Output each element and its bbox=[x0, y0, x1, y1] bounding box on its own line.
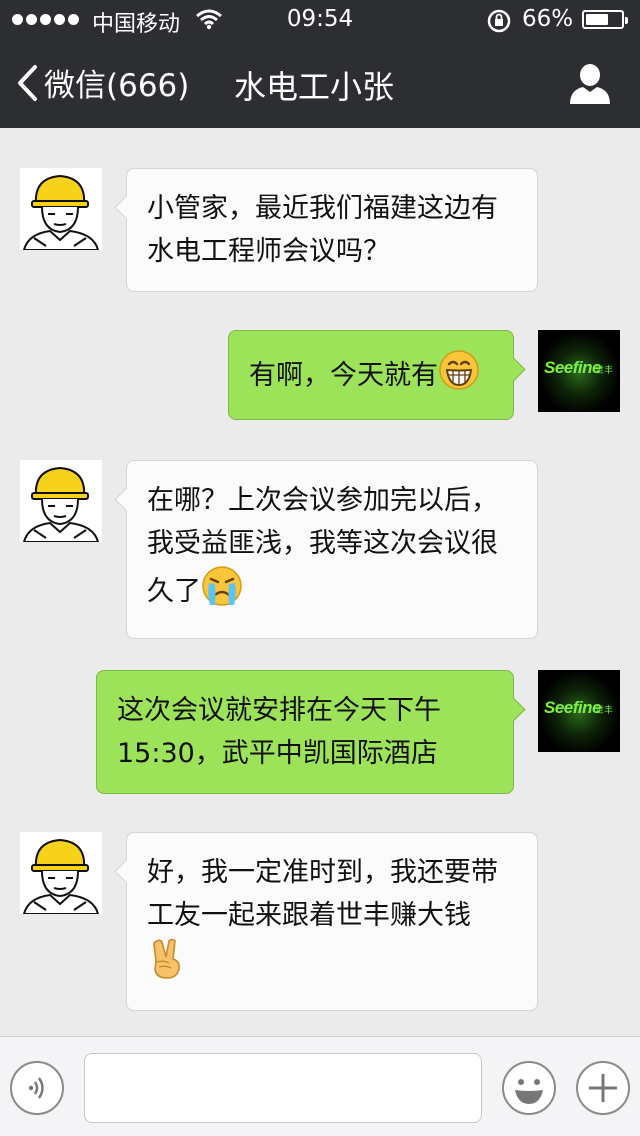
rotation-lock-icon bbox=[486, 8, 512, 40]
input-bar bbox=[0, 1036, 640, 1136]
chat-title: 水电工小张 bbox=[234, 68, 395, 106]
message-bubble-incoming[interactable]: 好，我一定准时到，我还要带工友一起来跟着世丰赚大钱 bbox=[126, 832, 538, 1011]
brand-avatar[interactable]: Seefine 世丰 bbox=[538, 330, 620, 412]
chevron-left-icon bbox=[16, 64, 38, 102]
smiley-icon bbox=[504, 1079, 554, 1117]
more-button[interactable] bbox=[576, 1061, 630, 1115]
profile-button[interactable] bbox=[566, 62, 614, 106]
top-bar: 中国移动 09:54 66% 微信(666) 水电工小张 bbox=[0, 0, 640, 128]
message-text: 这次会议就安排在今天下午15:30，武平中凯国际酒店 bbox=[117, 695, 441, 769]
message-text: 好，我一定准时到，我还要带工友一起来跟着世丰赚大钱 bbox=[147, 857, 498, 931]
worker-avatar[interactable] bbox=[20, 168, 102, 250]
brand-logo-text: Seefine bbox=[544, 358, 601, 377]
message-bubble-incoming[interactable]: 小管家，最近我们福建这边有水电工程师会议吗？ bbox=[126, 168, 538, 292]
brand-logo-sub: 世丰 bbox=[595, 706, 614, 716]
message-text: 小管家，最近我们福建这边有水电工程师会议吗？ bbox=[147, 193, 498, 267]
back-button[interactable]: 微信(666) bbox=[16, 60, 189, 105]
brand-logo-text: Seefine bbox=[544, 698, 601, 717]
nav-bar: 微信(666) 水电工小张 bbox=[0, 40, 640, 128]
brand-avatar[interactable]: Seefine 世丰 bbox=[538, 670, 620, 752]
voice-button[interactable] bbox=[10, 1061, 64, 1115]
grin-emoji-icon bbox=[438, 349, 480, 404]
battery-fill bbox=[586, 14, 608, 25]
message-input[interactable] bbox=[84, 1053, 482, 1123]
victory-hand-emoji-icon bbox=[147, 937, 187, 992]
emoji-button[interactable] bbox=[502, 1061, 556, 1115]
message-list[interactable]: 小管家，最近我们福建这边有水电工程师会议吗？ 有啊，今天就有 Seefine 世… bbox=[0, 128, 640, 1036]
message-bubble-incoming[interactable]: 在哪？上次会议参加完以后，我受益匪浅，我等这次会议很久了 bbox=[126, 460, 538, 639]
plus-icon bbox=[578, 1074, 628, 1117]
message-bubble-outgoing[interactable]: 这次会议就安排在今天下午15:30，武平中凯国际酒店 bbox=[96, 670, 514, 794]
worker-avatar[interactable] bbox=[20, 832, 102, 914]
message-bubble-outgoing[interactable]: 有啊，今天就有 bbox=[228, 330, 514, 420]
voice-icon bbox=[12, 1077, 62, 1117]
status-bar: 中国移动 09:54 66% bbox=[0, 0, 640, 40]
worker-avatar[interactable] bbox=[20, 460, 102, 542]
brand-logo-sub: 世丰 bbox=[595, 366, 614, 376]
person-icon bbox=[566, 64, 614, 110]
crying-emoji-icon bbox=[201, 565, 243, 620]
battery-icon bbox=[582, 10, 628, 29]
battery-percent: 66% bbox=[522, 6, 574, 32]
message-text: 有啊，今天就有 bbox=[249, 360, 438, 391]
back-label: 微信(666) bbox=[44, 68, 190, 104]
message-text: 在哪？上次会议参加完以后，我受益匪浅，我等这次会议很久了 bbox=[147, 485, 498, 607]
